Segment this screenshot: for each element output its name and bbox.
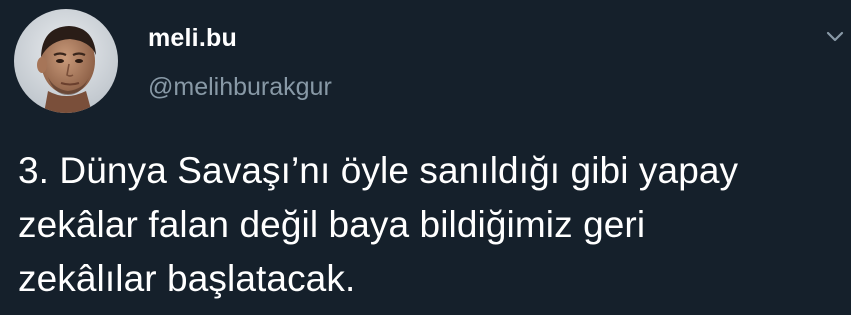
tweet-text: 3. Dünya Savaşı’nı öyle sanıldığı gibi y… [18,144,843,306]
tweet-text-line: zekâlılar başlatacak. [18,258,356,299]
tweet-text-line: zekâlar falan değil baya bildiğimiz geri [18,204,646,245]
display-name[interactable]: meli.bu [148,26,237,51]
user-handle[interactable]: @melihburakgur [148,75,332,100]
tweet-text-line: 3. Dünya Savaşı’nı öyle sanıldığı gibi y… [18,150,739,191]
avatar[interactable] [14,9,118,113]
tweet-card: meli.bu @melihburakgur 3. Dünya Savaşı’n… [0,0,851,315]
avatar-photo [14,9,118,113]
chevron-down-icon[interactable] [826,30,844,44]
